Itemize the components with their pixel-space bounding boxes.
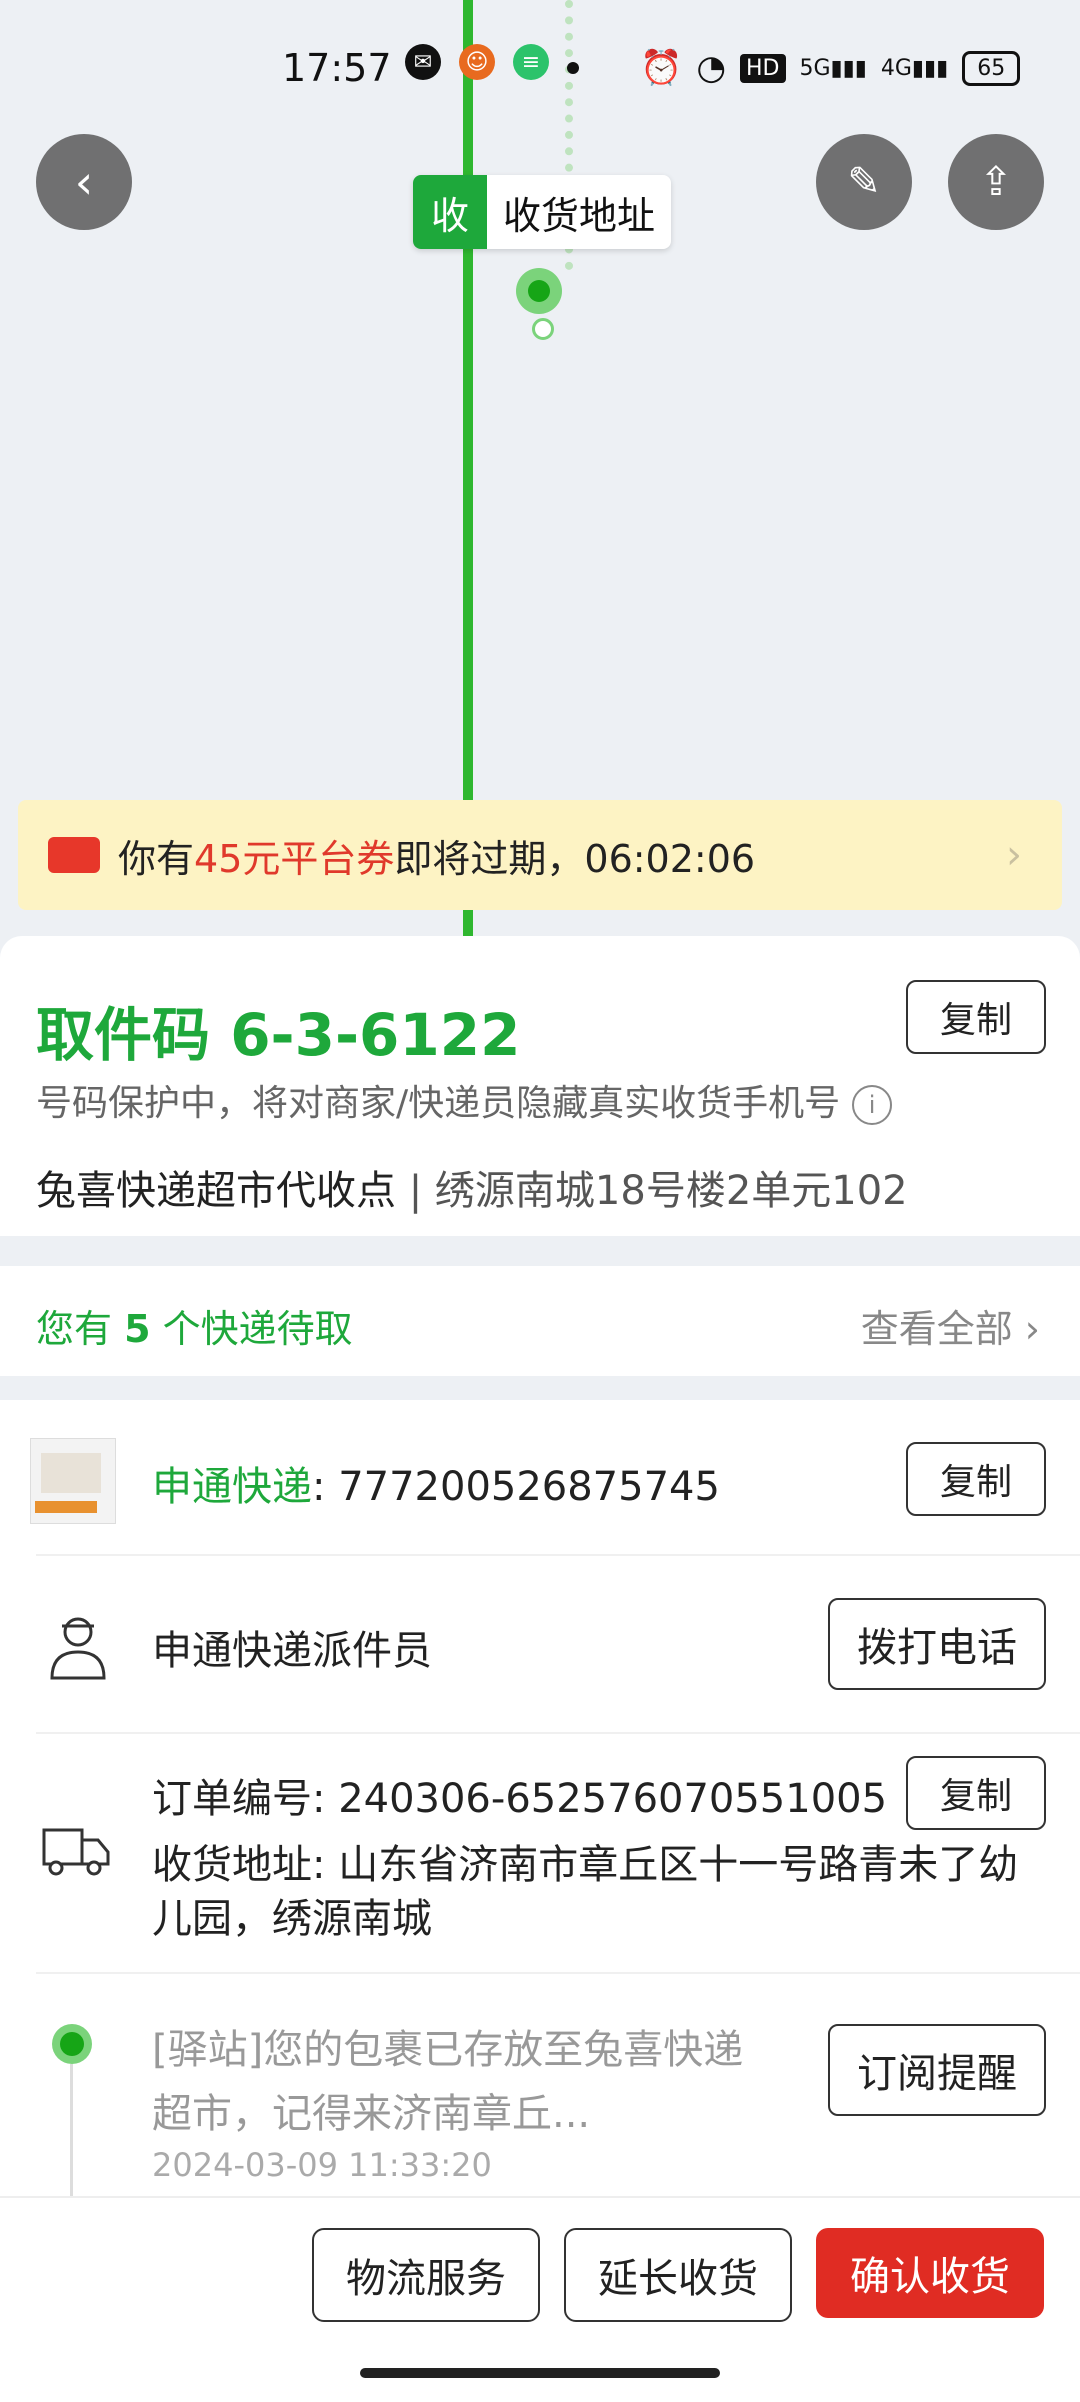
chevron-right-icon: ›: [1006, 832, 1022, 878]
route-line: [463, 0, 473, 940]
map-view[interactable]: 收 收货地址: [0, 0, 1080, 940]
tracking-number: 申通快递: 777200526875745: [152, 1464, 720, 1510]
message-icon: ≡: [513, 44, 549, 80]
copy-order-button[interactable]: 复制: [906, 1756, 1046, 1830]
home-indicator[interactable]: [360, 2368, 720, 2378]
info-icon[interactable]: i: [852, 1085, 893, 1125]
wechat-icon: ✉: [405, 44, 441, 80]
order-number: 订单编号: 240306-652576070551005: [152, 1776, 888, 1822]
app-notification-icon: ☺: [459, 44, 495, 80]
marker-text: 收货地址: [503, 193, 656, 238]
view-all-link[interactable]: 查看全部 ›: [861, 1298, 1040, 1353]
courier-label: 申通快递派件员: [152, 1628, 432, 1674]
signal-4g-icon: 4G▮▮▮: [880, 55, 949, 81]
status-time: 17:57: [282, 46, 392, 90]
divider: [36, 1972, 1080, 1974]
copy-pickup-code-button[interactable]: 复制: [906, 980, 1046, 1054]
call-courier-button[interactable]: 拨打电话: [828, 1598, 1046, 1690]
courier-icon: [50, 1617, 106, 1680]
extend-receipt-button[interactable]: 延长收货: [564, 2228, 792, 2322]
marker-tag: 收: [413, 175, 487, 249]
pickup-code: 取件码 6-3-6122: [36, 1001, 521, 1069]
station-info: 兔喜快递超市代收点 | 绣源南城18号楼2单元102: [36, 1168, 908, 1214]
pickup-card: 取件码 6-3-6122 复制 号码保护中，将对商家/快递员隐藏真实收货手机号 i…: [0, 936, 1080, 1236]
destination-pin-icon[interactable]: [516, 268, 562, 314]
more-notifications-icon: [567, 62, 579, 74]
back-button[interactable]: ‹: [36, 134, 132, 230]
battery-icon: 65: [962, 50, 1021, 86]
logistics-service-button[interactable]: 物流服务: [312, 2228, 540, 2322]
chevron-right-icon: ›: [1024, 1307, 1040, 1351]
truck-icon: [42, 1828, 110, 1876]
share-button[interactable]: ⇪: [948, 134, 1044, 230]
ticket-icon: [48, 837, 100, 873]
location-anchor-icon: [532, 318, 554, 340]
divider: [36, 1732, 1080, 1734]
tracking-event-time: 2024-03-09 11:33:20: [152, 2146, 492, 2184]
tracking-latest-event[interactable]: [驿站]您的包裹已存放至兔喜快递超市，记得来济南章丘...: [152, 2018, 772, 2146]
product-thumbnail[interactable]: [30, 1438, 116, 1524]
pending-packages-card[interactable]: 您有 5 个快递待取 查看全部 ›: [0, 1266, 1080, 1376]
shipping-address: 收货地址: 山东省济南市章丘区十一号路青未了幼儿园，绣源南城: [152, 1842, 1019, 1942]
pending-count-text: 您有 5 个快递待取: [36, 1307, 353, 1351]
timeline-line: [70, 2064, 73, 2204]
chevron-left-icon: ‹: [74, 155, 94, 209]
status-bar: 17:57 ✉ ☺ ≡ ⏰ ◔ HD 5G▮▮▮ 4G▮▮▮ 65: [0, 0, 1080, 140]
copy-tracking-button[interactable]: 复制: [906, 1442, 1046, 1516]
subscribe-reminder-button[interactable]: 订阅提醒: [828, 2024, 1046, 2116]
destination-marker-label[interactable]: 收 收货地址: [413, 175, 672, 249]
system-icons: ⏰ ◔ HD 5G▮▮▮ 4G▮▮▮ 65: [640, 48, 1021, 88]
hd-icon: HD: [740, 53, 786, 83]
wifi-icon: ◔: [696, 48, 727, 88]
confirm-receipt-button[interactable]: 确认收货: [816, 2228, 1044, 2318]
edit-button[interactable]: ✎: [816, 134, 912, 230]
divider: [36, 1554, 1080, 1556]
shipment-detail-card: 申通快递: 777200526875745 复制 申通快递派件员 拨打电话 订单…: [0, 1400, 1080, 2204]
share-icon: ⇪: [979, 159, 1013, 205]
timeline-dot-icon: [52, 2024, 92, 2064]
notification-icons: ✉ ☺ ≡: [405, 44, 579, 80]
edit-icon: ✎: [847, 159, 881, 205]
privacy-note: 号码保护中，将对商家/快递员隐藏真实收货手机号 i: [36, 1074, 893, 1126]
coupon-text: 你有45元平台券即将过期，06:02:06: [118, 836, 756, 881]
alarm-icon: ⏰: [640, 48, 683, 88]
signal-5g-icon: 5G▮▮▮: [799, 55, 867, 81]
coupon-banner[interactable]: 你有45元平台券即将过期，06:02:06 ›: [18, 800, 1062, 910]
bottom-action-bar: 物流服务 延长收货 确认收货: [0, 2196, 1080, 2402]
